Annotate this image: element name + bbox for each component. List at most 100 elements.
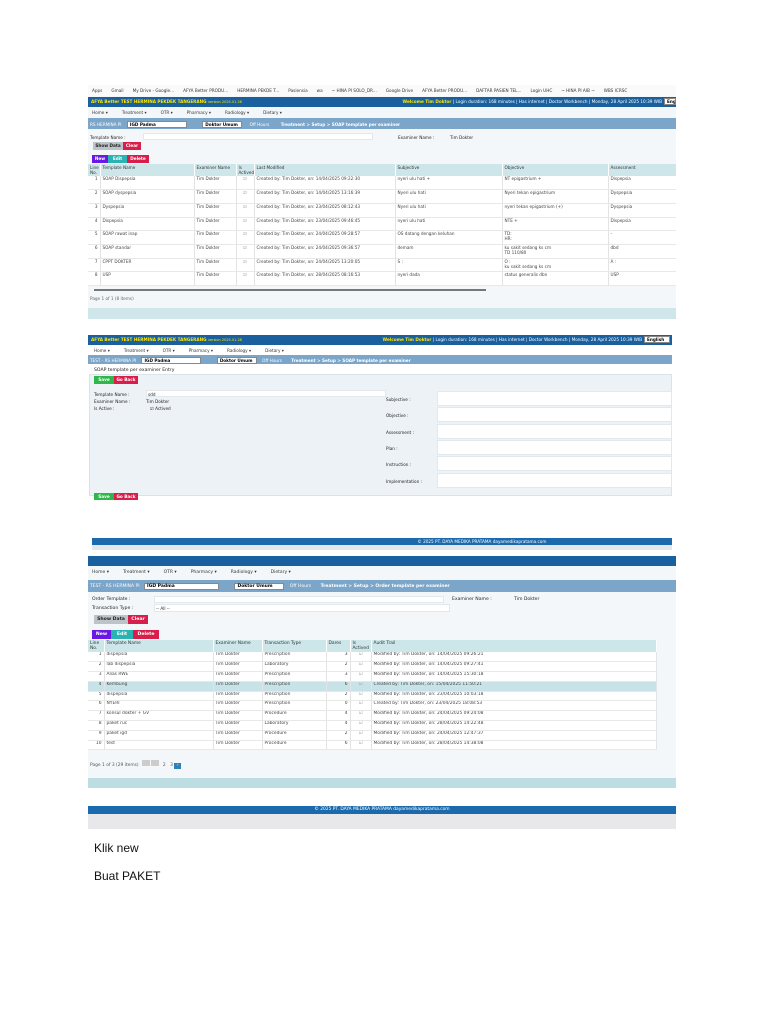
show-data-button[interactable]: Show Data xyxy=(93,142,123,150)
bookmark-item[interactable]: Apps xyxy=(92,88,102,93)
location-select[interactable]: IGD Padma xyxy=(126,121,187,128)
template-name-input[interactable] xyxy=(143,133,373,140)
template-name-input[interactable]: sdd xyxy=(146,390,386,397)
bookmark-item[interactable]: Google Drive xyxy=(386,88,413,93)
table-row[interactable]: 1 dispepsia Tim Dokter Prescription 3 ☑ Modifi… xyxy=(88,652,657,663)
bookmark-item[interactable]: WBS ICRSC xyxy=(604,88,628,93)
next-page-icon[interactable]: › xyxy=(174,763,182,769)
menu-home[interactable]: Home ▾ xyxy=(92,570,109,575)
column-header[interactable]: Line No. xyxy=(88,640,105,652)
table-row[interactable]: 9 paket igd Tim Dokter Procedure 2 ☑ Modified … xyxy=(88,730,657,741)
active-checkbox[interactable]: ☑ xyxy=(236,176,255,191)
bookmark-item[interactable]: My Drive - Google... xyxy=(133,88,175,93)
active-checkbox[interactable]: ☑ xyxy=(236,189,255,204)
menu-dietary[interactable]: Dietary ▾ xyxy=(265,348,284,353)
doctor-select[interactable]: Doktor Umum xyxy=(234,583,285,590)
bookmark-item[interactable]: ~ HINA PI SOLO_DR... xyxy=(332,88,377,93)
pager-first-button[interactable] xyxy=(142,760,151,766)
location-select[interactable]: IGD Padma xyxy=(144,583,220,590)
location-select[interactable]: IGD Padma xyxy=(141,357,202,364)
show-data-button[interactable]: Show Data xyxy=(94,615,128,624)
edit-button[interactable]: Edit xyxy=(108,155,127,163)
transaction-type-select[interactable]: -- All -- xyxy=(154,604,450,612)
active-checkbox[interactable]: ☑ xyxy=(350,720,372,731)
table-row[interactable]: 7 konsul dokter + GV Tim Dokter Procedure 4 ☑… xyxy=(88,710,657,722)
column-header[interactable]: Subjective xyxy=(395,164,503,176)
soap-field-input[interactable] xyxy=(437,456,672,472)
column-header[interactable]: Template Name xyxy=(100,164,195,176)
menu-treatment[interactable]: Treatment ▾ xyxy=(122,110,147,115)
language-select[interactable]: English xyxy=(664,98,676,105)
page-2-link[interactable]: 2 xyxy=(163,763,166,768)
menu-pharmacy[interactable]: Pharmacy ▾ xyxy=(187,110,211,115)
table-row[interactable]: 10 test Tim Dokter Procedure 6 ☑ Modified by: … xyxy=(88,740,657,751)
menu-radiology[interactable]: Radiology ▾ xyxy=(225,110,249,115)
soap-field-input[interactable] xyxy=(437,472,672,488)
soap-field-input[interactable] xyxy=(437,439,672,455)
language-select[interactable]: English xyxy=(644,336,670,343)
bookmark-item[interactable]: DAFTAR PASIEN TEL... xyxy=(476,88,521,93)
delete-button[interactable]: Delete xyxy=(133,630,159,639)
menu-pharmacy[interactable]: Pharmacy ▾ xyxy=(191,570,217,575)
active-checkbox[interactable]: ☑ xyxy=(350,700,372,712)
page-3-link[interactable]: 3 xyxy=(170,763,173,768)
active-checkbox[interactable]: ☑ xyxy=(236,217,255,232)
menu-dietary[interactable]: Dietary ▾ xyxy=(263,110,282,115)
bookmark-item[interactable]: HERMINA PEKDE T... xyxy=(237,88,279,93)
bookmark-item[interactable]: ~ HINA PI AIB ~ xyxy=(561,88,594,93)
bookmark-item[interactable]: Gmail xyxy=(111,88,123,93)
table-row[interactable]: 4 Dispepsia Tim Dokter ☑ Created by: Tim Dok… xyxy=(88,217,676,232)
table-row[interactable]: 2 lab dispepsia Tim Dokter Laboratory 2 ☑ Modi… xyxy=(88,661,657,673)
table-row[interactable]: 6 NYERI Tim Dokter Prescription 0 ☑ Created by… xyxy=(88,700,657,712)
menu-radiology[interactable]: Radiology ▾ xyxy=(227,348,251,353)
menu-home[interactable]: Home ▾ xyxy=(94,348,110,353)
column-header[interactable]: Is Actived xyxy=(236,164,255,176)
menu-otr[interactable]: OTR ▾ xyxy=(164,570,177,575)
column-header[interactable]: Is Actived xyxy=(350,640,372,652)
menu-dietary[interactable]: Dietary ▾ xyxy=(271,570,291,575)
table-row[interactable]: 4 Kembung Tim Dokter Prescription 6 ☑ Created … xyxy=(88,681,657,692)
soap-field-input[interactable] xyxy=(437,407,672,423)
go-back-button-bottom[interactable]: Go Back xyxy=(114,493,138,500)
menu-home[interactable]: Home ▾ xyxy=(92,110,108,115)
menu-otr[interactable]: OTR ▾ xyxy=(161,110,173,115)
column-header[interactable]: Examiner Name xyxy=(213,640,263,652)
table-row[interactable]: 5 dispepsia Tim Dokter Prescription 2 ☑ Modifi… xyxy=(88,691,657,702)
column-header[interactable]: Transaction Type xyxy=(262,640,327,652)
table-row[interactable]: 7 CPPT DOKTER Tim Dokter ☑ Created by: Tim D… xyxy=(88,258,676,273)
active-checkbox[interactable]: ☑ xyxy=(350,661,372,673)
clear-button[interactable]: Clear xyxy=(128,615,148,624)
table-row[interactable]: 5 SOAP rawat inap Tim Dokter ☑ Created by: T… xyxy=(88,230,676,245)
column-header[interactable]: Examiner Name xyxy=(194,164,237,176)
active-checkbox[interactable]: ☑ xyxy=(350,730,372,741)
off-hours-checkbox[interactable]: Off Hours xyxy=(290,584,311,589)
menu-pharmacy[interactable]: Pharmacy ▾ xyxy=(189,348,213,353)
column-header[interactable]: Template Name xyxy=(104,640,214,652)
save-button-bottom[interactable]: Save xyxy=(94,493,114,500)
menu-radiology[interactable]: Radiology ▾ xyxy=(231,570,257,575)
horizontal-scrollbar[interactable] xyxy=(94,289,486,291)
table-row[interactable]: 3 Dyspepsia Tim Dokter ☑ Created by: Tim Dok… xyxy=(88,203,676,218)
active-checkbox[interactable]: ☑ xyxy=(350,710,372,722)
bookmark-item[interactable]: AFYA Better PRODU... xyxy=(183,88,228,93)
column-header[interactable]: Last Modified xyxy=(254,164,396,176)
active-checkbox[interactable]: ☑ xyxy=(236,258,255,273)
new-button[interactable]: New xyxy=(92,155,108,163)
table-row[interactable]: 8 USP Tim Dokter ☑ Created by: Tim Dokter, o… xyxy=(88,271,676,286)
soap-field-input[interactable] xyxy=(437,391,672,406)
soap-field-input[interactable] xyxy=(437,423,672,439)
is-active-checkbox[interactable]: ☑ Actived xyxy=(150,406,171,411)
active-checkbox[interactable]: ☑ xyxy=(236,230,255,245)
off-hours-checkbox[interactable]: Off Hours xyxy=(250,122,270,127)
menu-treatment[interactable]: Treatment ▾ xyxy=(123,570,150,575)
bookmark-item[interactable]: Login UHC xyxy=(531,88,553,93)
active-checkbox[interactable]: ☑ xyxy=(236,203,255,218)
column-header[interactable]: Assessment xyxy=(608,164,676,176)
doctor-select[interactable]: Doktor Umum xyxy=(202,121,243,128)
edit-button[interactable]: Edit xyxy=(111,630,133,639)
column-header[interactable]: Objective xyxy=(502,164,609,176)
table-row[interactable]: 6 SOAP standar Tim Dokter ☑ Created by: Tim … xyxy=(88,244,676,259)
column-header[interactable]: Audit Trail xyxy=(371,640,657,652)
order-template-input[interactable] xyxy=(154,596,444,603)
go-back-button[interactable]: Go Back xyxy=(114,376,138,384)
